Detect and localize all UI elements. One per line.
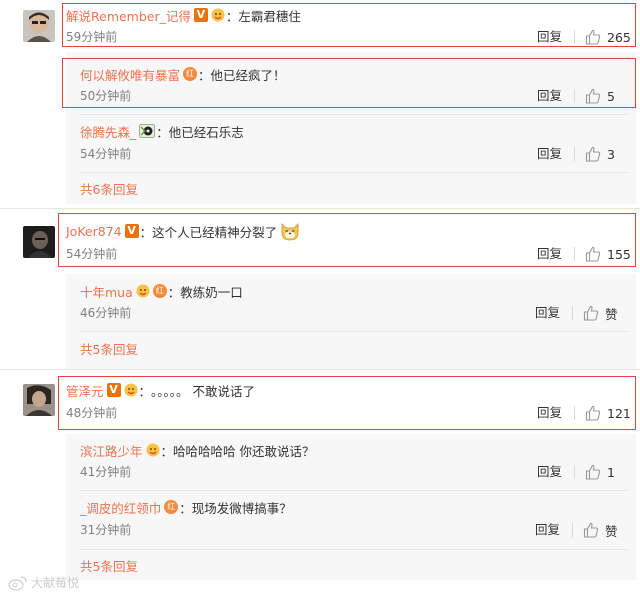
like-count: 赞: [605, 523, 618, 539]
comment-divider: [0, 208, 640, 209]
like-button[interactable]: 1: [585, 462, 615, 482]
weibo-watermark-icon: [8, 575, 27, 591]
hong-badge-icon: 红: [152, 284, 167, 298]
like-button[interactable]: 赞: [583, 520, 618, 540]
reply-divider: [80, 490, 628, 491]
face-badge-icon: [146, 443, 160, 457]
username-link[interactable]: 十年mua: [80, 282, 133, 301]
reply-button[interactable]: 回复: [535, 304, 560, 322]
reply-header: 滨江路少年 ： 哈哈哈哈哈 你还敢说话？: [80, 440, 315, 460]
divider: [574, 147, 575, 161]
divider: [574, 465, 575, 479]
watermark: 大献莓悦: [8, 574, 79, 591]
disc-badge-icon: [139, 124, 156, 138]
more-replies-link[interactable]: 共6条回复: [80, 181, 138, 199]
highlight-box: [58, 376, 636, 430]
reply-header: 徐腾先森_ ： 他已经石乐志: [80, 121, 244, 141]
hong-badge-icon: 红: [164, 500, 179, 514]
reply-button[interactable]: 回复: [537, 145, 562, 163]
thumbs-up-icon: [585, 464, 601, 480]
highlight-box: [62, 58, 636, 108]
thumbs-up-icon: [583, 522, 599, 538]
comment-divider: [0, 369, 640, 370]
colon: ：: [156, 124, 169, 140]
colon: ：: [160, 443, 174, 459]
highlight-box: [62, 3, 636, 47]
reply-time: 54分钟前: [80, 147, 132, 161]
username-link[interactable]: _调皮的红领巾: [80, 498, 161, 517]
avatar[interactable]: [23, 226, 55, 258]
reply-divider: [80, 114, 628, 115]
colon: ：: [167, 284, 181, 300]
like-count: 1: [607, 464, 615, 480]
reply-text: 教练奶一口: [180, 284, 243, 300]
like-button[interactable]: 3: [585, 144, 615, 164]
reply-divider: [80, 549, 628, 550]
reply-header: _调皮的红领巾 红 ： 现场发微博搞事？: [80, 497, 292, 517]
reply-time: 31分钟前: [80, 523, 132, 537]
reply-text: 他已经石乐志: [168, 124, 244, 140]
username-link[interactable]: 徐腾先森_: [80, 122, 136, 141]
highlight-box: [58, 213, 636, 267]
thumbs-up-icon: [585, 146, 601, 162]
reply-text: 现场发微博搞事？: [191, 500, 292, 516]
more-replies-link[interactable]: 共5条回复: [80, 558, 138, 576]
username-link[interactable]: 滨江路少年: [80, 441, 143, 460]
divider: [572, 523, 573, 537]
thumbs-up-icon: [583, 305, 599, 321]
reply-header: 十年mua 红 ： 教练奶一口: [80, 281, 243, 301]
reply-divider: [80, 331, 628, 332]
reply-text: 哈哈哈哈哈 你还敢说话？: [173, 443, 315, 459]
avatar[interactable]: [23, 384, 55, 416]
avatar[interactable]: [23, 10, 55, 42]
reply-divider: [80, 172, 628, 173]
divider: [572, 306, 573, 320]
like-count: 3: [607, 146, 615, 162]
colon: ：: [179, 500, 192, 516]
reply-button[interactable]: 回复: [537, 463, 562, 481]
face-badge-icon: [136, 284, 150, 298]
like-button[interactable]: 赞: [583, 303, 618, 323]
reply-time: 46分钟前: [80, 306, 132, 320]
watermark-text: 大献莓悦: [31, 576, 80, 590]
reply-button[interactable]: 回复: [535, 521, 560, 539]
reply-time: 41分钟前: [80, 465, 132, 479]
like-count: 赞: [605, 306, 618, 322]
more-replies-link[interactable]: 共5条回复: [80, 341, 138, 359]
